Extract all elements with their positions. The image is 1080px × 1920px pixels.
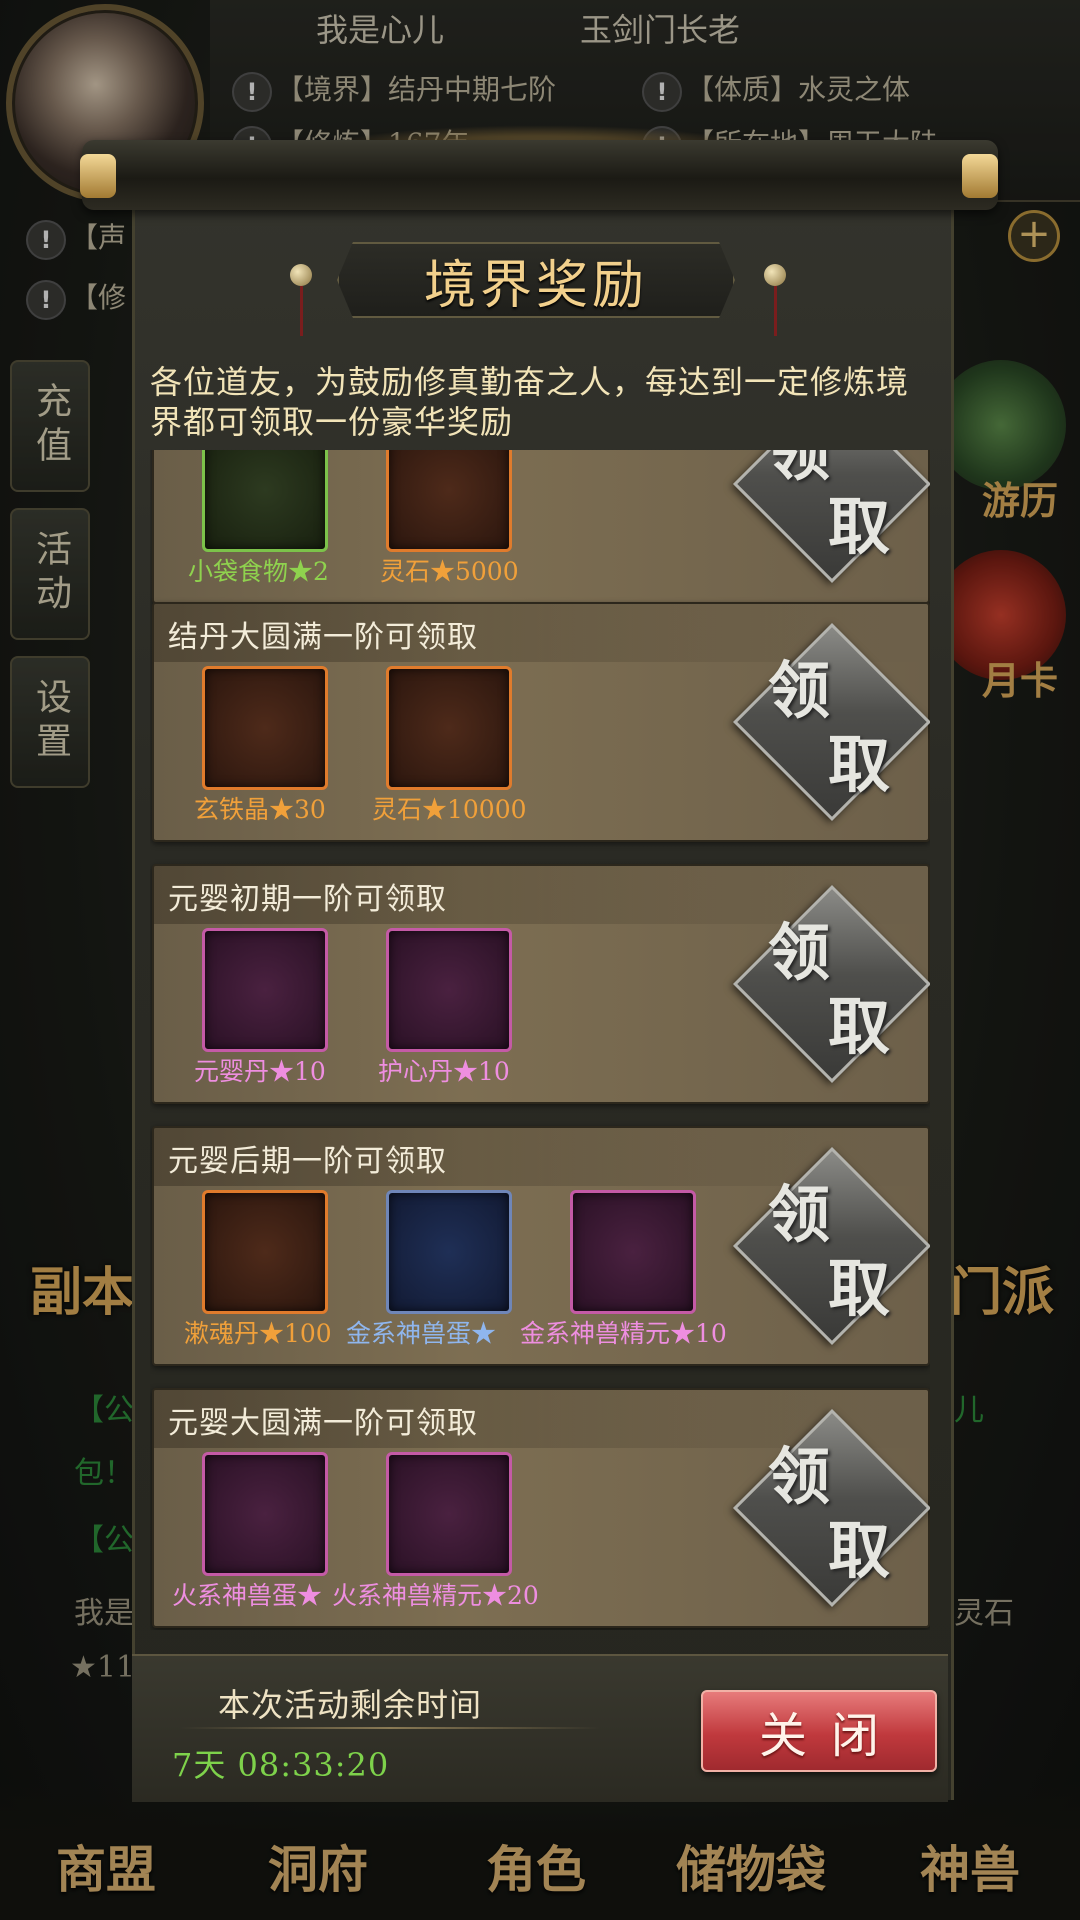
claim-button[interactable]: 领 取 <box>733 885 930 1083</box>
claim-button[interactable]: 领 取 <box>733 1147 930 1345</box>
claim-char: 取 <box>828 990 891 1063</box>
item-label: 火系神兽精元★20 <box>332 1581 539 1610</box>
claim-char: 取 <box>828 1514 891 1587</box>
iron-crystal-icon[interactable] <box>202 666 328 790</box>
reward-title: 元婴大圆满一阶可领取 <box>168 1406 478 1441</box>
reward-card: 结丹大圆满一阶可领取 玄铁晶★30 灵石★10000 领 取 <box>152 602 930 842</box>
reward-card: 小袋食物★2 灵石★5000 领 取 <box>152 450 930 604</box>
spirit-stone-icon[interactable] <box>386 666 512 790</box>
reward-card: 元婴初期一阶可领取 元婴丹★10 护心丹★10 领 取 <box>152 864 930 1104</box>
claim-button[interactable]: 领 取 <box>733 623 930 821</box>
item-label: 漱魂丹★100 <box>184 1319 332 1348</box>
spirit-stone-icon[interactable] <box>386 450 512 552</box>
remaining-time-label: 本次活动剩余时间 <box>218 1686 483 1724</box>
claim-char: 领 <box>768 1440 831 1513</box>
item-label: 元婴丹★10 <box>194 1057 326 1086</box>
claim-char: 领 <box>768 654 831 727</box>
item-label: 小袋食物★2 <box>188 557 329 586</box>
food-bag-icon[interactable] <box>202 450 328 552</box>
item-label: 灵石★10000 <box>372 795 527 824</box>
fire-essence-icon[interactable] <box>386 1452 512 1576</box>
reward-title: 结丹大圆满一阶可领取 <box>168 620 478 655</box>
heart-pill-icon[interactable] <box>386 928 512 1052</box>
gold-essence-icon[interactable] <box>570 1190 696 1314</box>
nail-icon <box>764 264 786 286</box>
dialog-description: 各位道友，为鼓励修真勤奋之人，每达到一定修炼境界都可领取一份豪华奖励 <box>150 363 910 441</box>
reward-card: 元婴大圆满一阶可领取 火系神兽蛋★ 火系神兽精元★20 领 取 <box>152 1388 930 1628</box>
item-label: 护心丹★10 <box>378 1057 510 1086</box>
scroll-roll-top <box>82 140 998 210</box>
tassel <box>300 286 303 336</box>
dialog-title: 境界奖励 <box>423 255 648 316</box>
fire-egg-icon[interactable] <box>202 1452 328 1576</box>
reward-title: 元婴初期一阶可领取 <box>168 882 447 917</box>
claim-char: 取 <box>828 728 891 801</box>
soul-pill-icon[interactable] <box>202 1190 328 1314</box>
countdown-timer: 7天 08:33:20 <box>172 1746 390 1784</box>
reward-title: 元婴后期一阶可领取 <box>168 1144 447 1179</box>
claim-char: 领 <box>768 916 831 989</box>
scroll-cap-right <box>962 154 998 198</box>
item-label: 灵石★5000 <box>380 557 519 586</box>
title-plate: 境界奖励 <box>337 242 735 318</box>
nail-icon <box>290 264 312 286</box>
claim-char: 领 <box>768 450 831 489</box>
claim-button[interactable]: 领 取 <box>733 450 930 583</box>
claim-char: 取 <box>828 490 891 563</box>
scroll-cap-left <box>80 154 116 198</box>
item-label: 金系神兽精元★10 <box>520 1319 727 1348</box>
footer-divider <box>180 1727 600 1729</box>
reward-list[interactable]: 小袋食物★2 灵石★5000 领 取 结丹大圆满一阶可领取 玄铁晶★30 灵石★… <box>150 450 930 1630</box>
red-pill-icon[interactable] <box>202 928 328 1052</box>
tassel <box>774 286 777 336</box>
claim-char: 领 <box>768 1178 831 1251</box>
item-label: 金系神兽蛋★ <box>346 1319 497 1348</box>
claim-button[interactable]: 领 取 <box>733 1409 930 1607</box>
item-label: 火系神兽蛋★ <box>172 1581 323 1610</box>
close-button[interactable]: 关闭 <box>701 1690 937 1772</box>
gold-egg-icon[interactable] <box>386 1190 512 1314</box>
item-label: 玄铁晶★30 <box>194 795 326 824</box>
claim-char: 取 <box>828 1252 891 1325</box>
reward-card: 元婴后期一阶可领取 漱魂丹★100 金系神兽蛋★ 金系神兽精元★10 领 取 <box>152 1126 930 1366</box>
